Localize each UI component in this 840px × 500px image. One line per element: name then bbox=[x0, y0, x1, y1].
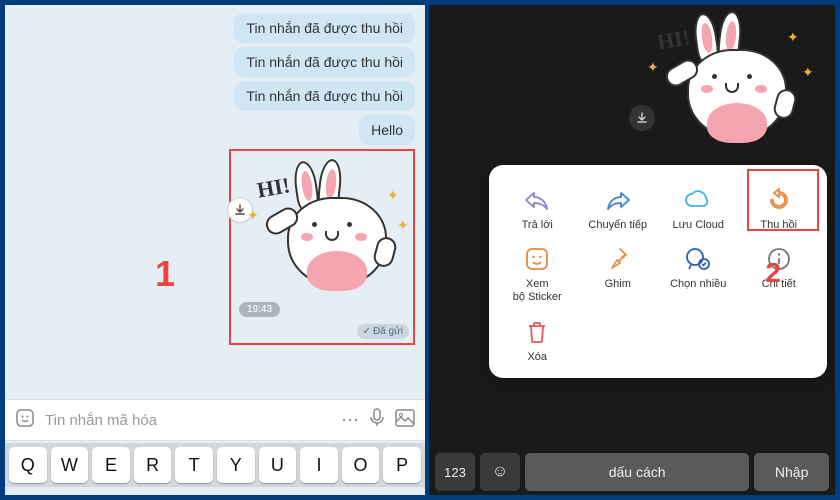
key-r[interactable]: R bbox=[134, 447, 172, 483]
numeric-key[interactable]: 123 bbox=[435, 453, 475, 491]
cloud-icon bbox=[683, 185, 713, 215]
dark-key[interactable]: A bbox=[453, 265, 487, 303]
key-o[interactable]: O bbox=[342, 447, 380, 483]
key-y[interactable]: Y bbox=[217, 447, 255, 483]
chat-message-list: Tin nhắn đã được thu hồi Tin nhắn đã đượ… bbox=[5, 5, 425, 355]
sticker-icon[interactable] bbox=[15, 408, 35, 433]
sticker-hi-text: HI! bbox=[255, 172, 292, 203]
menu-multi-select[interactable]: Chọn nhiều bbox=[660, 240, 737, 308]
menu-pin[interactable]: Ghim bbox=[580, 240, 657, 308]
hello-message[interactable]: Hello bbox=[359, 115, 415, 145]
recalled-message-text: Tin nhắn đã được thu hồi bbox=[234, 47, 415, 77]
recalled-message-row: Tin nhắn đã được thu hồi bbox=[15, 47, 415, 77]
microphone-icon[interactable] bbox=[369, 408, 385, 433]
message-input[interactable] bbox=[45, 412, 331, 429]
recalled-message-text: Tin nhắn đã được thu hồi bbox=[234, 81, 415, 111]
key-e[interactable]: E bbox=[92, 447, 130, 483]
emoji-key[interactable]: ☺ bbox=[480, 453, 520, 491]
key-u[interactable]: U bbox=[259, 447, 297, 483]
menu-label: Xóa bbox=[527, 351, 547, 364]
sticker-row: HI! ✦ ✦ ✦ 19:43 ✓ Đã gửi bbox=[15, 149, 415, 345]
check-icon: ✓ bbox=[363, 326, 371, 337]
message-context-menu: 2 Trả lời Chuyển tiếp Lưu Cloud bbox=[489, 165, 827, 378]
trash-icon bbox=[522, 317, 552, 347]
recalled-message-text: Tin nhắn đã được thu hồi bbox=[234, 13, 415, 43]
enter-key[interactable]: Nhập bbox=[754, 453, 829, 491]
multi-select-icon bbox=[683, 244, 713, 274]
step-number-2: 2 bbox=[765, 257, 781, 289]
dark-keyboard-bottom: 123 ☺ dấu cách Nhập bbox=[435, 453, 829, 491]
key-t[interactable]: T bbox=[175, 447, 213, 483]
reply-icon bbox=[522, 185, 552, 215]
menu-delete[interactable]: Xóa bbox=[499, 313, 576, 368]
key-p[interactable]: P bbox=[383, 447, 421, 483]
sent-status-badge: ✓ Đã gửi bbox=[357, 324, 409, 339]
forward-icon bbox=[603, 185, 633, 215]
sent-label: Đã gửi bbox=[373, 326, 403, 337]
image-icon[interactable] bbox=[395, 409, 415, 432]
bunny-sticker: HI! ✦ ✦ ✦ bbox=[637, 9, 827, 159]
left-panel: Tin nhắn đã được thu hồi Tin nhắn đã đượ… bbox=[5, 5, 425, 495]
more-icon[interactable]: ⋯ bbox=[341, 410, 359, 431]
recalled-message-row: Tin nhắn đã được thu hồi bbox=[15, 81, 415, 111]
space-key[interactable]: dấu cách bbox=[525, 453, 749, 491]
right-panel: HI! ✦ ✦ ✦ Q W E A 123 ☺ dấu cách Nhập bbox=[429, 5, 835, 495]
menu-label: Xem bộ Sticker bbox=[513, 278, 562, 304]
key-q[interactable]: Q bbox=[9, 447, 47, 483]
menu-reply[interactable]: Trả lời bbox=[499, 181, 576, 236]
menu-sticker-set[interactable]: Xem bộ Sticker bbox=[499, 240, 576, 308]
menu-label: Chọn nhiều bbox=[670, 278, 726, 291]
sticker-hi-text: HI! bbox=[655, 24, 692, 55]
message-row: Hello bbox=[15, 115, 415, 145]
sticker-preview: HI! ✦ ✦ ✦ bbox=[637, 9, 827, 159]
sticker-set-icon bbox=[522, 244, 552, 274]
pin-icon bbox=[603, 244, 633, 274]
key-w[interactable]: W bbox=[51, 447, 89, 483]
message-input-bar: ⋯ bbox=[5, 399, 425, 441]
sticker-message-highlighted[interactable]: HI! ✦ ✦ ✦ 19:43 ✓ Đã gửi bbox=[229, 149, 415, 345]
recalled-message-row: Tin nhắn đã được thu hồi bbox=[15, 13, 415, 43]
menu-cloud-save[interactable]: Lưu Cloud bbox=[660, 181, 737, 236]
menu-label: Lưu Cloud bbox=[673, 219, 724, 232]
menu-label: Ghim bbox=[605, 278, 631, 291]
menu-label: Chuyển tiếp bbox=[588, 219, 647, 232]
key-i[interactable]: I bbox=[300, 447, 338, 483]
step-number-1: 1 bbox=[155, 253, 175, 295]
menu-forward[interactable]: Chuyển tiếp bbox=[580, 181, 657, 236]
keyboard-row: Q W E R T Y U I O P bbox=[5, 443, 425, 487]
menu-label: Trả lời bbox=[522, 219, 553, 232]
recall-highlight bbox=[747, 169, 819, 231]
message-timestamp: 19:43 bbox=[239, 302, 280, 317]
